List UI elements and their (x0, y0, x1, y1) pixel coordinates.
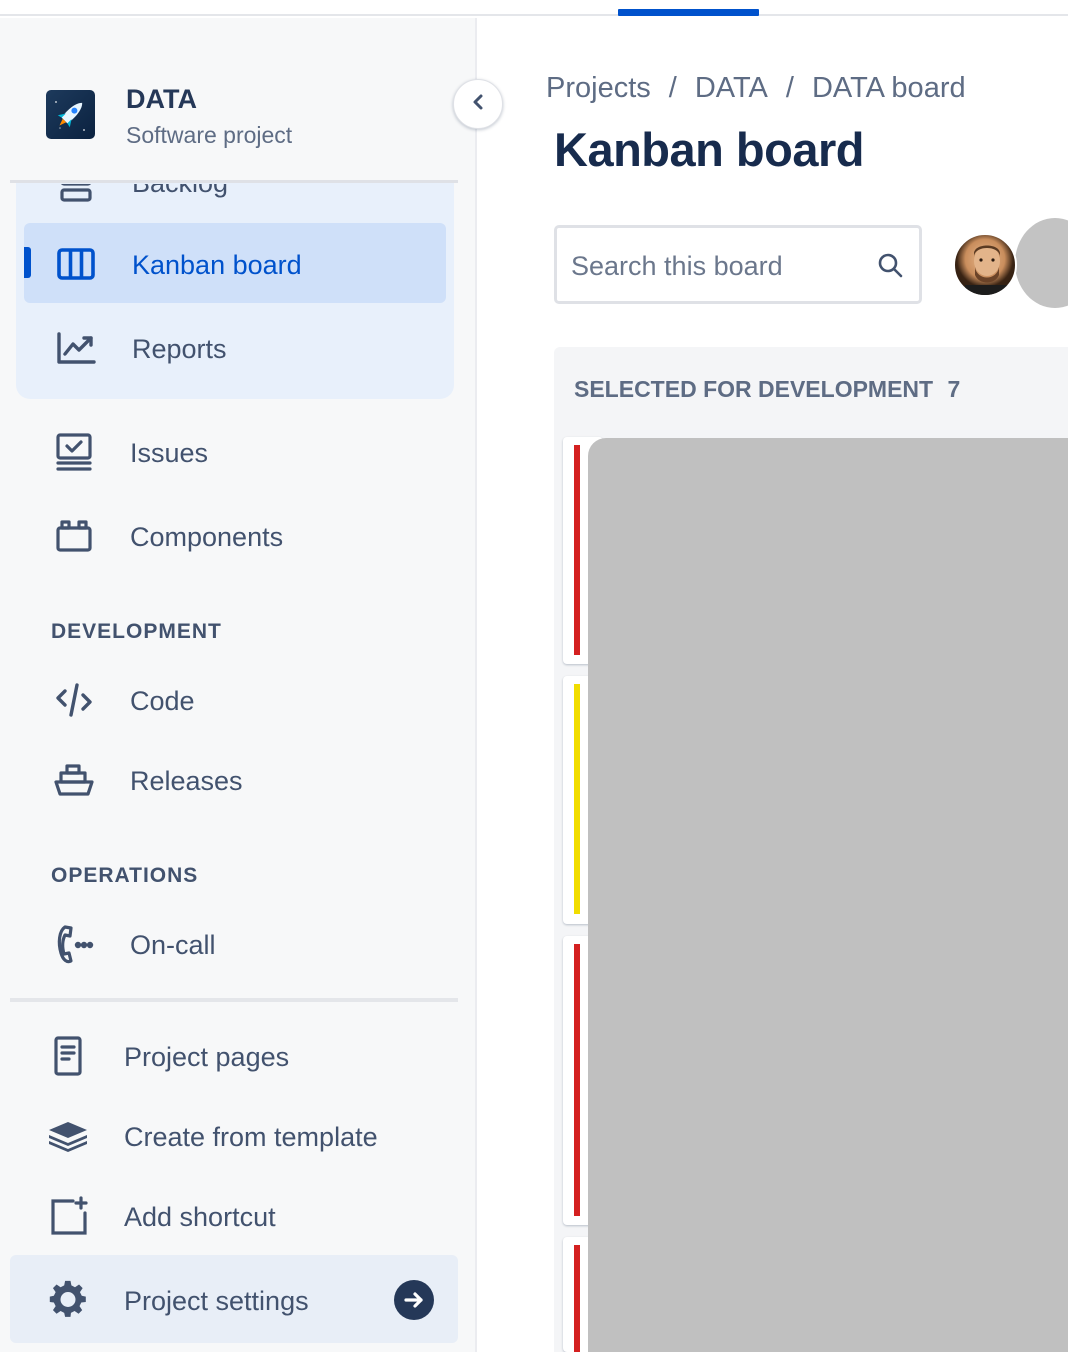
selected-item-indicator (24, 247, 31, 278)
sidebar-item-label: Add shortcut (124, 1202, 276, 1232)
sidebar-item-project-pages[interactable]: Project pages (46, 1034, 426, 1078)
collapse-sidebar-button[interactable] (453, 79, 503, 129)
priority-indicator (574, 445, 580, 655)
components-icon (52, 514, 96, 558)
sidebar-item-label: Project settings (124, 1286, 309, 1316)
reports-icon (54, 326, 98, 370)
column-title: SELECTED FOR DEVELOPMENT (574, 376, 934, 402)
active-tab-indicator (618, 9, 759, 16)
issues-icon (52, 430, 96, 474)
sidebar-item-releases[interactable]: Releases (52, 758, 432, 802)
breadcrumb-separator: / (668, 72, 677, 104)
sidebar-item-label: Kanban board (132, 250, 302, 280)
breadcrumb-data-board[interactable]: DATA board (812, 72, 966, 105)
template-icon (46, 1114, 90, 1158)
column-count: 7 (947, 376, 961, 402)
redacted-avatar (1015, 218, 1068, 308)
priority-indicator (574, 944, 580, 1216)
search-input[interactable] (571, 246, 861, 286)
sidebar-divider (10, 998, 458, 1002)
sidebar-item-components[interactable]: Components (52, 514, 432, 558)
sidebar-item-label: On-call (130, 930, 216, 960)
sidebar-item-project-settings[interactable]: Project settings (46, 1278, 426, 1322)
project-type: Software project (126, 122, 293, 148)
sidebar-item-kanban-board[interactable]: Kanban board (54, 242, 434, 286)
sidebar-item-label: Releases (130, 766, 243, 796)
breadcrumb-separator: / (785, 72, 794, 104)
breadcrumb-data[interactable]: DATA (695, 72, 768, 105)
breadcrumb-projects[interactable]: Projects (546, 72, 651, 105)
page-title: Kanban board (554, 123, 864, 176)
project-pages-icon (46, 1034, 90, 1078)
project-header[interactable]: DATA Software project (0, 18, 475, 182)
releases-icon (52, 758, 96, 802)
scroll-divider (10, 180, 458, 183)
sidebar-item-code[interactable]: Code (52, 678, 432, 722)
sidebar-item-issues[interactable]: Issues (52, 430, 432, 474)
project-rocket-icon (46, 90, 95, 139)
sidebar-item-add-shortcut[interactable]: Add shortcut (46, 1194, 426, 1238)
development-section-title: DEVELOPMENT (51, 620, 222, 643)
sidebar-item-label: Components (130, 522, 284, 552)
redacted-card-content (588, 438, 1068, 1352)
sidebar-item-label: Code (130, 686, 195, 716)
board-search (554, 225, 922, 304)
board-icon (54, 242, 98, 286)
gear-icon (46, 1278, 90, 1322)
sidebar-item-label: Project pages (124, 1042, 290, 1072)
breadcrumb: Projects / DATA / DATA board (546, 72, 966, 105)
operations-section-title: OPERATIONS (51, 864, 199, 887)
sidebar-item-label: Issues (130, 438, 209, 468)
avatar[interactable] (953, 233, 1017, 297)
search-icon (875, 250, 907, 282)
code-icon (52, 678, 96, 722)
add-shortcut-icon (46, 1194, 90, 1238)
priority-indicator (574, 684, 580, 914)
sidebar-item-create-from-template[interactable]: Create from template (46, 1114, 446, 1158)
sidebar-item-reports[interactable]: Reports (54, 326, 434, 370)
arrow-right-icon[interactable] (394, 1280, 434, 1320)
sidebar-item-on-call[interactable]: On-call (52, 922, 432, 966)
sidebar-item-label: Reports (132, 334, 227, 364)
column-header: SELECTED FOR DEVELOPMENT 7 (574, 376, 960, 403)
sidebar-item-label: Create from template (124, 1122, 378, 1152)
top-navigation-bar (0, 0, 1068, 16)
project-name: DATA (126, 84, 197, 114)
priority-indicator (574, 1245, 580, 1352)
on-call-icon (52, 922, 96, 966)
project-sidebar: DATA Software project Backlog Kanban boa… (0, 18, 477, 1352)
chevron-left-icon (470, 93, 486, 116)
